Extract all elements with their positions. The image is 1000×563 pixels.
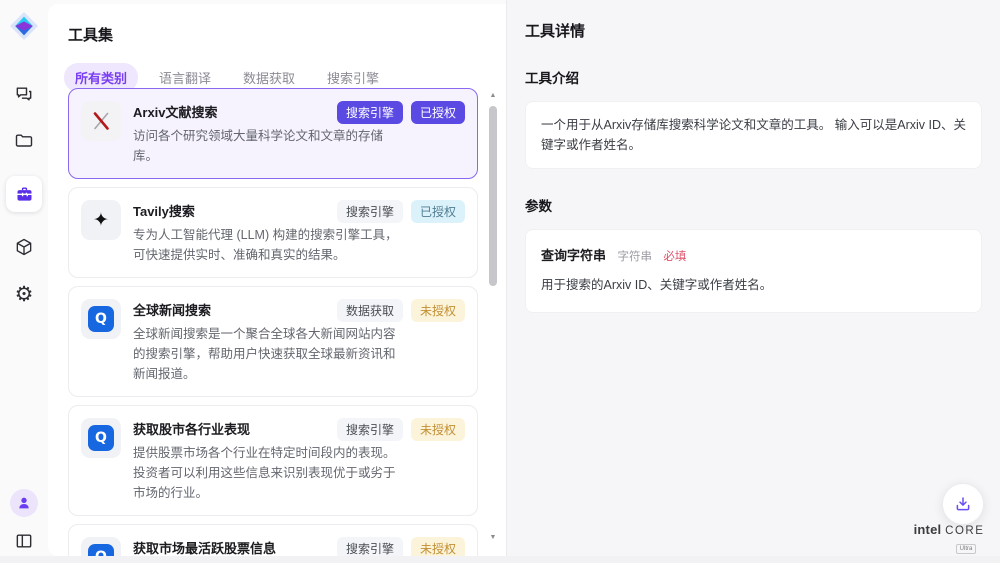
tool-description: 专为人工智能代理 (LLM) 构建的搜索引擎工具，可快速提供实时、准确和真实的结… bbox=[133, 225, 405, 265]
tool-card[interactable]: Q全球新闻搜索全球新闻搜索是一个聚合全球各大新闻网站内容的搜索引擎，帮助用户快速… bbox=[68, 286, 478, 397]
scroll-up-icon[interactable]: ▲ bbox=[488, 92, 498, 100]
app-logo-icon bbox=[8, 10, 40, 42]
category-badge: 搜索引擎 bbox=[337, 200, 403, 223]
param-type: 字符串 bbox=[617, 251, 652, 263]
page-title: 工具集 bbox=[68, 24, 506, 45]
intro-heading: 工具介绍 bbox=[525, 67, 982, 87]
sidebar-nav: ⚙ bbox=[6, 82, 42, 306]
tool-card[interactable]: ✦Tavily搜索专为人工智能代理 (LLM) 构建的搜索引擎工具，可快速提供实… bbox=[68, 187, 478, 278]
intro-card: 一个用于从Arxiv存储库搜索科学论文和文章的工具。 输入可以是Arxiv ID… bbox=[525, 101, 982, 169]
core-wordmark: core bbox=[945, 525, 984, 537]
tavily-star-icon: ✦ bbox=[81, 200, 121, 240]
chat-icon[interactable] bbox=[12, 82, 36, 106]
user-avatar-icon[interactable] bbox=[10, 489, 38, 517]
tool-description: 访问各个研究领域大量科学论文和文章的存储库。 bbox=[133, 126, 405, 166]
tool-card[interactable]: Q获取股市各行业表现提供股票市场各个行业在特定时间段内的表现。投资者可以利用这些… bbox=[68, 405, 478, 516]
scroll-down-icon[interactable]: ▼ bbox=[488, 534, 498, 542]
intel-wordmark: intel bbox=[914, 522, 942, 537]
param-required-badge: 必填 bbox=[663, 251, 686, 263]
card-badges: 搜索引擎已授权 bbox=[337, 101, 465, 124]
category-badge: 搜索引擎 bbox=[337, 418, 403, 441]
category-badge: 搜索引擎 bbox=[337, 101, 403, 124]
download-icon bbox=[954, 495, 972, 513]
tool-card[interactable]: Arxiv文献搜索访问各个研究领域大量科学论文和文章的存储库。搜索引擎已授权 bbox=[68, 88, 478, 179]
card-badges: 数据获取未授权 bbox=[337, 299, 465, 322]
param-description: 用于搜索的Arxiv ID、关键字或作者姓名。 bbox=[541, 276, 966, 295]
gear-icon[interactable]: ⚙ bbox=[12, 282, 36, 306]
tool-card-list: Arxiv文献搜索访问各个研究领域大量科学论文和文章的存储库。搜索引擎已授权✦T… bbox=[68, 88, 480, 556]
auth-status-badge: 未授权 bbox=[411, 537, 465, 556]
category-badge: 数据获取 bbox=[337, 299, 403, 322]
arxiv-x-icon bbox=[81, 101, 121, 141]
folder-icon[interactable] bbox=[12, 129, 36, 153]
q-search-icon: Q bbox=[81, 299, 121, 339]
download-button[interactable] bbox=[942, 483, 984, 525]
intel-core-logo: intel core Ultra bbox=[910, 522, 988, 555]
toolbox-icon[interactable] bbox=[6, 176, 42, 212]
app-window: ⚙ 工具集 所有类别语言翻译数据获取搜索引擎 Arxiv文献搜索访问各个研究领域… bbox=[0, 0, 1000, 563]
tool-detail-panel: 工具详情 工具介绍 一个用于从Arxiv存储库搜索科学论文和文章的工具。 输入可… bbox=[506, 0, 1000, 563]
card-badges: 搜索引擎未授权 bbox=[337, 418, 465, 441]
ultra-badge: Ultra bbox=[956, 544, 977, 554]
sidebar-bottom bbox=[10, 489, 38, 553]
card-badges: 搜索引擎已授权 bbox=[337, 200, 465, 223]
q-search-icon: Q bbox=[81, 537, 121, 556]
tool-description: 提供股票市场各个行业在特定时间段内的表现。投资者可以利用这些信息来识别表现优于或… bbox=[133, 443, 405, 503]
icon-sidebar: ⚙ bbox=[0, 0, 48, 563]
window-bottom-edge bbox=[0, 556, 1000, 563]
param-card: 查询字符串 字符串 必填 用于搜索的Arxiv ID、关键字或作者姓名。 bbox=[525, 229, 982, 313]
param-header: 查询字符串 字符串 必填 bbox=[541, 245, 966, 265]
tool-card[interactable]: Q获取市场最活跃股票信息提供当天交易量最高的股票列表，投资者可以利用这些信息来识… bbox=[68, 524, 478, 556]
params-heading: 参数 bbox=[525, 195, 982, 215]
tool-list-panel: 工具集 所有类别语言翻译数据获取搜索引擎 Arxiv文献搜索访问各个研究领域大量… bbox=[48, 4, 506, 556]
param-name: 查询字符串 bbox=[541, 248, 606, 263]
tool-description: 全球新闻搜索是一个聚合全球各大新闻网站内容的搜索引擎，帮助用户快速获取全球最新资… bbox=[133, 324, 405, 384]
q-search-icon: Q bbox=[81, 418, 121, 458]
panel-toggle-icon[interactable] bbox=[12, 529, 36, 553]
cube-icon[interactable] bbox=[12, 235, 36, 259]
auth-status-badge: 已授权 bbox=[411, 200, 465, 223]
auth-status-badge: 未授权 bbox=[411, 299, 465, 322]
card-badges: 搜索引擎未授权 bbox=[337, 537, 465, 556]
scrollbar-thumb[interactable] bbox=[489, 106, 497, 286]
auth-status-badge: 已授权 bbox=[411, 101, 465, 124]
list-scrollbar: ▲ ▼ bbox=[488, 92, 498, 542]
category-badge: 搜索引擎 bbox=[337, 537, 403, 556]
detail-title: 工具详情 bbox=[525, 20, 982, 41]
auth-status-badge: 未授权 bbox=[411, 418, 465, 441]
